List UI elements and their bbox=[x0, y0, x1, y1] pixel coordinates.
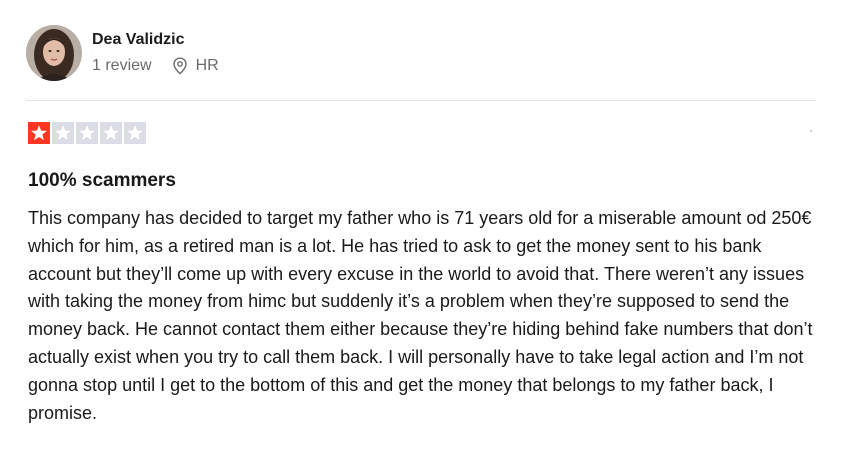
avatar-photo-icon bbox=[26, 25, 82, 81]
review-count: 1 review bbox=[92, 57, 152, 74]
star-rating bbox=[28, 122, 148, 144]
star-icon bbox=[28, 122, 50, 144]
avatar[interactable] bbox=[26, 25, 82, 81]
reviewer-info: Dea Validzic 1 review HR bbox=[92, 30, 219, 76]
location-pin-icon bbox=[172, 57, 188, 75]
reviewer-name[interactable]: Dea Validzic bbox=[92, 30, 219, 50]
review-body: This company has decided to target my fa… bbox=[28, 208, 813, 423]
reviewer-meta: 1 review HR bbox=[92, 56, 219, 76]
divider bbox=[26, 100, 816, 101]
location: HR bbox=[172, 56, 219, 76]
country-code: HR bbox=[195, 57, 219, 74]
date-marker bbox=[810, 130, 812, 132]
star-icon bbox=[100, 122, 122, 144]
star-icon bbox=[52, 122, 74, 144]
reviewer-header: Dea Validzic 1 review HR bbox=[26, 24, 219, 82]
review-title[interactable]: 100% scammers bbox=[28, 168, 176, 194]
star-icon bbox=[124, 122, 146, 144]
star-icon bbox=[76, 122, 98, 144]
